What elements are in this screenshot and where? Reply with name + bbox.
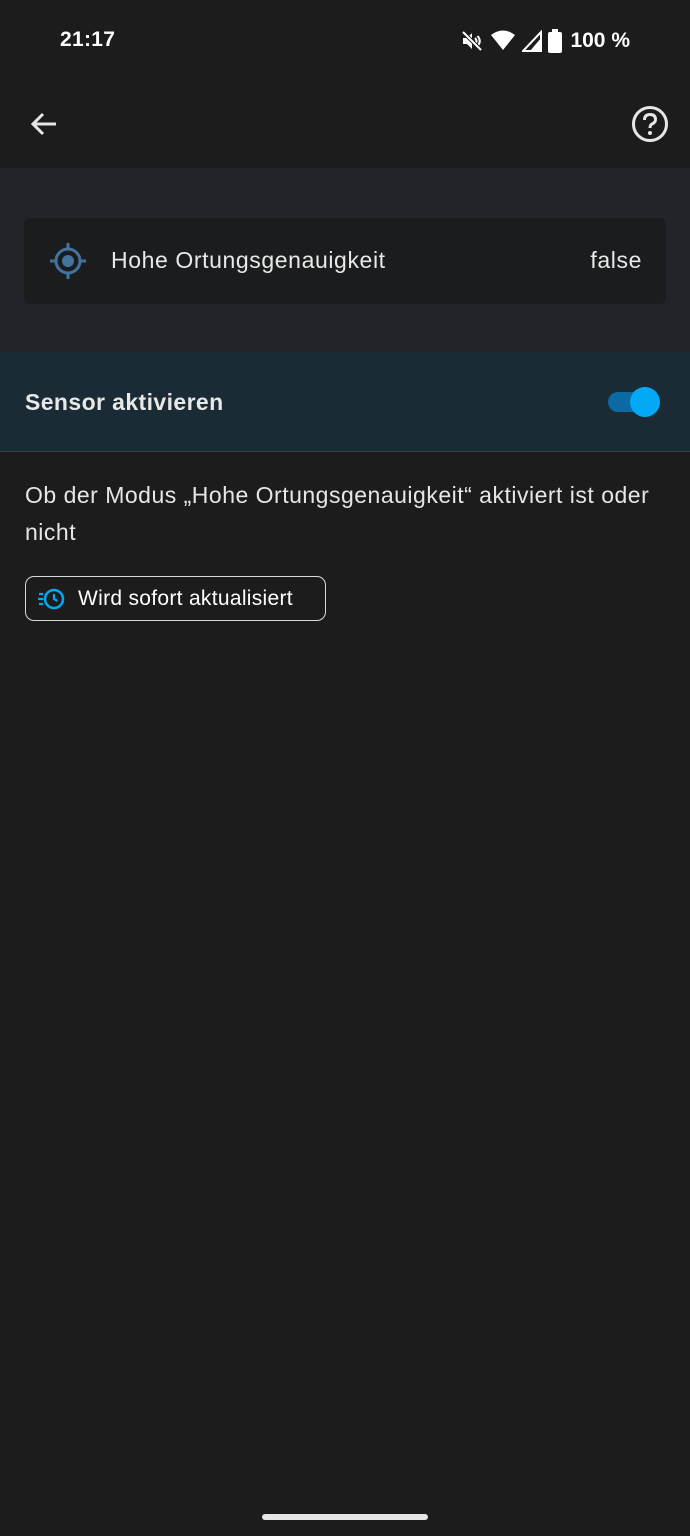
battery-icon: [548, 29, 563, 53]
entity-header: Hohe Ortungsgenauigkeit false: [0, 168, 690, 352]
signal-icon: [522, 30, 543, 52]
sensor-enable-row[interactable]: Sensor aktivieren: [0, 352, 690, 452]
entity-state: false: [590, 247, 642, 273]
battery-percentage: 100 %: [570, 29, 630, 52]
back-button[interactable]: [18, 100, 70, 152]
sensor-description: Ob der Modus „Hohe Ortungsgenauigkeit“ a…: [25, 482, 650, 545]
update-frequency-label: Wird sofort aktualisiert: [78, 586, 293, 610]
mute-icon: [460, 29, 484, 53]
app-bar: [0, 84, 690, 168]
status-icons: 100 %: [460, 26, 630, 56]
switch-thumb: [630, 387, 660, 417]
status-time: 21:17: [60, 28, 116, 51]
help-button[interactable]: [624, 100, 676, 152]
gesture-nav-handle[interactable]: [262, 1514, 428, 1520]
clock-fast-icon: [38, 585, 66, 613]
status-bar: 21:17 100 %: [0, 0, 690, 84]
entity-card[interactable]: Hohe Ortungsgenauigkeit false: [24, 218, 666, 304]
wifi-icon: [490, 29, 516, 53]
crosshairs-gps-icon: [48, 241, 88, 281]
sensor-enable-label: Sensor aktivieren: [25, 389, 224, 415]
arrow-left-icon: [29, 109, 59, 144]
update-frequency-chip[interactable]: Wird sofort aktualisiert: [25, 576, 326, 621]
sensor-enable-switch[interactable]: [608, 387, 662, 417]
entity-name: Hohe Ortungsgenauigkeit: [111, 247, 386, 273]
help-circle-icon: [631, 105, 669, 148]
